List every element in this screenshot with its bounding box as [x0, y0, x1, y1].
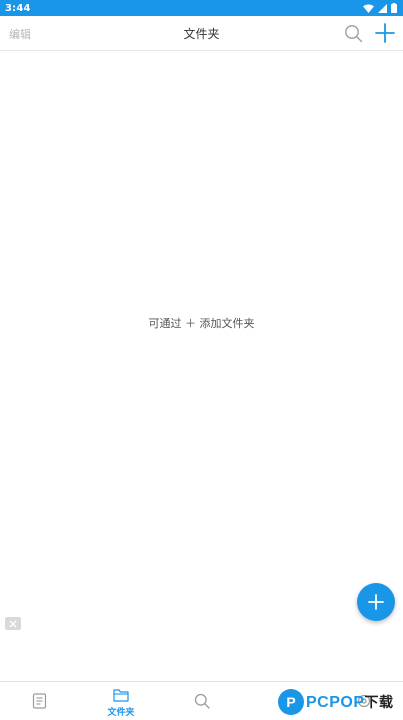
close-icon: [9, 620, 17, 627]
wifi-icon: [363, 3, 374, 13]
plus-icon: [368, 594, 384, 610]
folder-icon: [113, 689, 129, 702]
nav-item-notes[interactable]: [10, 682, 70, 720]
nav-label-folders: 文件夹: [107, 708, 135, 718]
search-icon: [345, 25, 363, 43]
search-button[interactable]: [344, 24, 363, 43]
status-icons: [363, 3, 397, 13]
watermark-badge: P: [278, 688, 304, 715]
signal-icon: [378, 3, 387, 13]
status-time: 3:44: [5, 2, 31, 14]
status-bar: 3:44: [0, 0, 403, 16]
notes-icon: [32, 693, 47, 709]
search-icon: [194, 693, 210, 709]
watermark-logo: P PCPOP下载: [278, 683, 403, 720]
add-fab-button[interactable]: [357, 583, 395, 621]
battery-icon: [391, 3, 397, 13]
top-bar: 编辑 文件夹: [0, 16, 403, 51]
ad-close-button[interactable]: [5, 617, 21, 630]
plus-icon: [375, 23, 395, 43]
empty-state-hint: 可通过 ＋ 添加文件夹: [148, 317, 255, 330]
add-folder-button[interactable]: [375, 23, 395, 43]
page-title: 文件夹: [183, 27, 220, 41]
nav-item-folders[interactable]: 文件夹: [91, 682, 151, 720]
nav-item-search[interactable]: [172, 682, 232, 720]
watermark-text: PCPOP下载: [306, 693, 394, 711]
